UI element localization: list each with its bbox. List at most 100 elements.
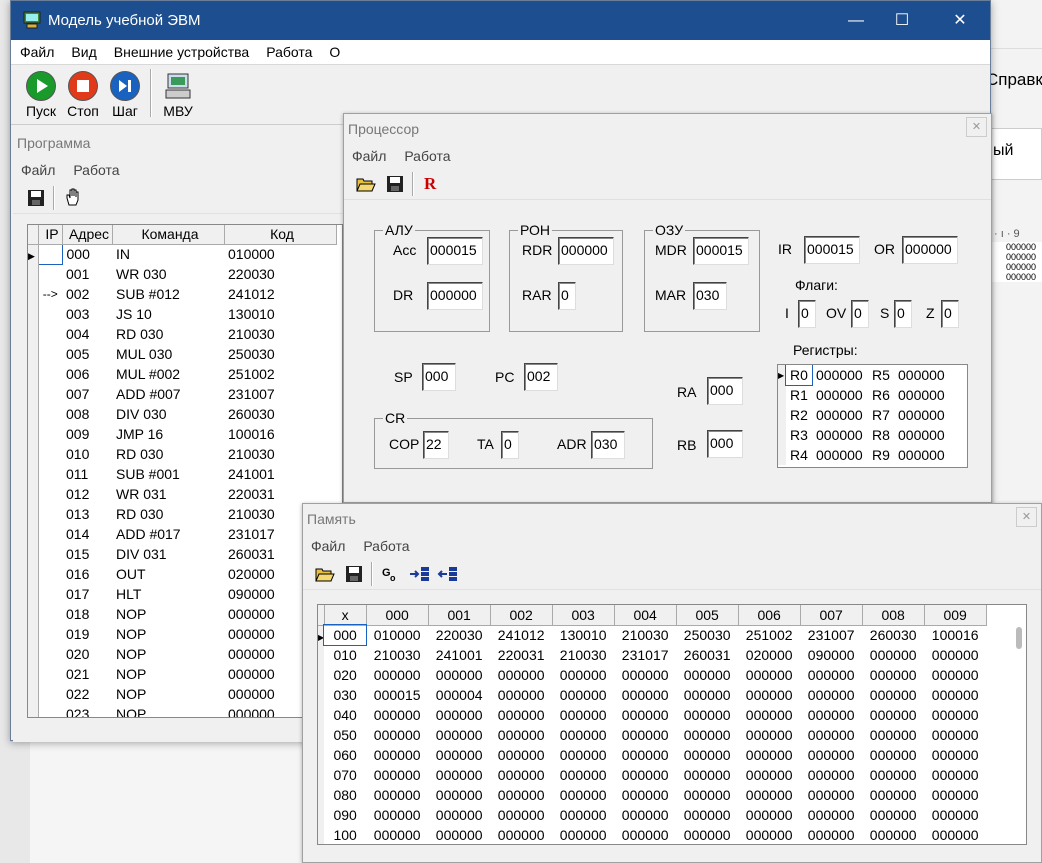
code-cell[interactable]: 220030 bbox=[224, 264, 336, 284]
address-cell[interactable]: 023 bbox=[62, 704, 112, 717]
code-cell[interactable]: 241012 bbox=[224, 284, 336, 304]
memory-title[interactable]: Память ✕ bbox=[303, 504, 1041, 532]
memory-cell[interactable]: 000000 bbox=[924, 805, 986, 825]
close-button[interactable]: ✕ bbox=[937, 1, 983, 40]
table-row[interactable]: 017 HLT 090000 bbox=[28, 584, 336, 604]
memory-cell[interactable]: 210030 bbox=[614, 625, 676, 645]
table-row[interactable]: 010 RD 030 210030 bbox=[28, 444, 336, 464]
register-value[interactable]: 000000 bbox=[894, 385, 956, 405]
command-cell[interactable]: ADD #017 bbox=[112, 524, 224, 544]
menu-about[interactable]: О bbox=[329, 44, 340, 60]
memory-cell[interactable]: 000000 bbox=[490, 665, 552, 685]
memory-cell[interactable]: 000000 bbox=[614, 665, 676, 685]
ip-cell[interactable]: --> bbox=[38, 284, 62, 304]
memory-cell[interactable]: 000000 bbox=[924, 665, 986, 685]
ir-field[interactable]: 000015 bbox=[804, 236, 860, 264]
memory-cell[interactable]: 000000 bbox=[676, 765, 738, 785]
table-row[interactable]: 004 RD 030 210030 bbox=[28, 324, 336, 344]
memory-cell[interactable]: 010000 bbox=[366, 625, 428, 645]
memory-row-address[interactable]: 040 bbox=[324, 705, 366, 725]
ip-cell[interactable] bbox=[38, 324, 62, 344]
memory-row[interactable]: 010 210030 241001 220031 210030 231017 260031 0… bbox=[318, 645, 986, 665]
memory-col-header[interactable]: 000 bbox=[366, 605, 429, 626]
run-button[interactable]: Пуск bbox=[23, 71, 59, 119]
register-value[interactable]: 000000 bbox=[812, 445, 868, 465]
memory-cell[interactable]: 000000 bbox=[738, 785, 800, 805]
memory-cell[interactable]: 000000 bbox=[738, 805, 800, 825]
memory-cell[interactable]: 000000 bbox=[490, 765, 552, 785]
code-cell[interactable]: 260030 bbox=[224, 404, 336, 424]
memory-col-header[interactable]: 001 bbox=[428, 605, 491, 626]
memory-cell[interactable]: 130010 bbox=[552, 625, 614, 645]
table-row[interactable]: 019 NOP 000000 bbox=[28, 624, 336, 644]
table-row[interactable]: 006 MUL #002 251002 bbox=[28, 364, 336, 384]
memory-cell[interactable]: 000000 bbox=[614, 765, 676, 785]
memory-row-address[interactable]: 090 bbox=[324, 805, 366, 825]
memory-cell[interactable]: 000000 bbox=[862, 745, 924, 765]
memory-col-header[interactable]: 007 bbox=[800, 605, 863, 626]
ip-cell[interactable] bbox=[38, 444, 62, 464]
memory-cell[interactable]: 000000 bbox=[738, 825, 800, 844]
register-name[interactable]: R6 bbox=[868, 385, 894, 405]
address-cell[interactable]: 017 bbox=[62, 584, 112, 604]
memory-cell[interactable]: 000000 bbox=[738, 705, 800, 725]
memory-cell[interactable]: 000000 bbox=[676, 685, 738, 705]
memory-cell[interactable]: 241012 bbox=[490, 625, 552, 645]
bg-menu-help[interactable]: Справк bbox=[986, 70, 1042, 90]
flag-z-field[interactable]: 0 bbox=[941, 300, 959, 328]
memory-cell[interactable]: 251002 bbox=[738, 625, 800, 645]
command-cell[interactable]: HLT bbox=[112, 584, 224, 604]
memory-cell[interactable]: 000000 bbox=[862, 765, 924, 785]
memory-cell[interactable]: 000000 bbox=[924, 765, 986, 785]
address-cell[interactable]: 018 bbox=[62, 604, 112, 624]
memory-cell[interactable]: 000000 bbox=[800, 805, 862, 825]
col-ip[interactable]: IP bbox=[38, 225, 63, 245]
command-cell[interactable]: NOP bbox=[112, 664, 224, 684]
memory-cell[interactable]: 241001 bbox=[428, 645, 490, 665]
memory-cell[interactable]: 000000 bbox=[366, 665, 428, 685]
address-cell[interactable]: 002 bbox=[62, 284, 112, 304]
code-cell[interactable]: 250030 bbox=[224, 344, 336, 364]
memory-cell[interactable]: 000000 bbox=[862, 645, 924, 665]
address-cell[interactable]: 001 bbox=[62, 264, 112, 284]
register-name[interactable]: R9 bbox=[868, 445, 894, 465]
memory-cell[interactable]: 090000 bbox=[800, 645, 862, 665]
rb-field[interactable]: 000 bbox=[707, 430, 743, 458]
ip-cell[interactable] bbox=[38, 264, 62, 284]
ip-cell[interactable] bbox=[38, 524, 62, 544]
menu-file[interactable]: Файл bbox=[20, 44, 54, 60]
memory-cell[interactable]: 000000 bbox=[924, 725, 986, 745]
table-row[interactable]: 023 NOP 000000 bbox=[28, 704, 336, 717]
command-cell[interactable]: DIV 030 bbox=[112, 404, 224, 424]
memory-cell[interactable]: 000000 bbox=[676, 785, 738, 805]
mvu-button[interactable]: МВУ bbox=[158, 71, 198, 119]
address-cell[interactable]: 016 bbox=[62, 564, 112, 584]
memory-col-header[interactable]: 005 bbox=[676, 605, 739, 626]
memory-cell[interactable]: 000000 bbox=[490, 685, 552, 705]
memory-scrollbar[interactable] bbox=[1016, 627, 1022, 649]
memory-row[interactable]: 100 000000 000000 000000 000000 000000 000000 0… bbox=[318, 825, 986, 844]
ip-cell[interactable] bbox=[38, 684, 62, 704]
memory-cell[interactable]: 000000 bbox=[366, 765, 428, 785]
table-row[interactable]: 005 MUL 030 250030 bbox=[28, 344, 336, 364]
command-cell[interactable]: NOP bbox=[112, 684, 224, 704]
memory-cell[interactable]: 000000 bbox=[428, 785, 490, 805]
memory-cell[interactable]: 000000 bbox=[676, 705, 738, 725]
adr-field[interactable]: 030 bbox=[591, 431, 625, 459]
register-name[interactable]: R1 bbox=[786, 385, 812, 405]
memory-cell[interactable]: 231017 bbox=[614, 645, 676, 665]
memory-cell[interactable]: 000004 bbox=[428, 685, 490, 705]
close-icon[interactable]: ✕ bbox=[1016, 507, 1037, 527]
program-menu-file[interactable]: Файл bbox=[21, 162, 55, 178]
address-cell[interactable]: 013 bbox=[62, 504, 112, 524]
memory-cell[interactable]: 000000 bbox=[490, 785, 552, 805]
address-cell[interactable]: 020 bbox=[62, 644, 112, 664]
command-cell[interactable]: SUB #012 bbox=[112, 284, 224, 304]
memory-cell[interactable]: 000000 bbox=[738, 745, 800, 765]
memory-cell[interactable]: 000000 bbox=[862, 785, 924, 805]
memory-cell[interactable]: 000000 bbox=[800, 765, 862, 785]
code-cell[interactable]: 231007 bbox=[224, 384, 336, 404]
table-row[interactable]: 011 SUB #001 241001 bbox=[28, 464, 336, 484]
table-row[interactable]: 001 WR 030 220030 bbox=[28, 264, 336, 284]
memory-cell[interactable]: 000000 bbox=[428, 705, 490, 725]
